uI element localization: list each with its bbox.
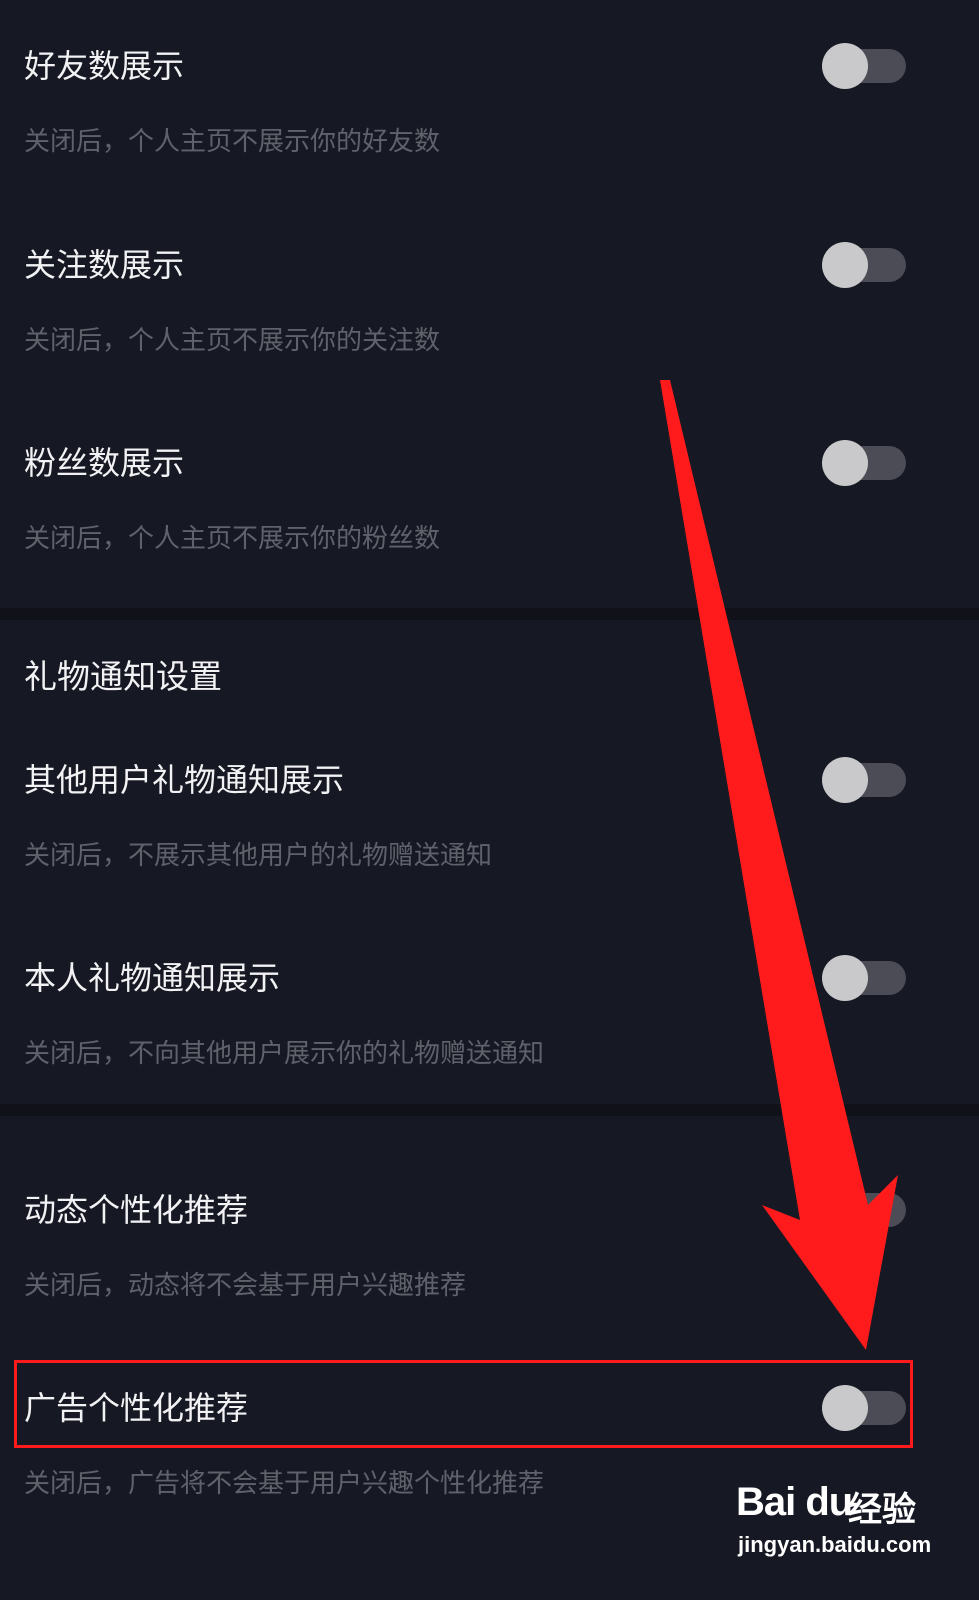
setting-description: 关闭后，不展示其他用户的礼物赠送通知: [24, 841, 493, 871]
watermark-url: jingyan.baidu.com: [738, 1532, 932, 1557]
feed-personalization-toggle[interactable]: [822, 1187, 908, 1233]
section-divider: [0, 608, 979, 620]
section-divider: [0, 1104, 979, 1116]
setting-title: 粉丝数展示: [24, 444, 185, 482]
following-count-toggle[interactable]: [822, 242, 908, 288]
setting-title: 关注数展示: [24, 246, 185, 284]
setting-title: 本人礼物通知展示: [24, 959, 281, 997]
setting-description: 关闭后，个人主页不展示你的好友数: [24, 127, 441, 157]
toggle-knob: [822, 440, 868, 486]
watermark-suffix: 经验: [848, 1490, 916, 1530]
toggle-knob: [822, 43, 868, 89]
own-gift-toggle[interactable]: [822, 955, 908, 1001]
setting-description: 关闭后，个人主页不展示你的关注数: [24, 326, 441, 356]
setting-title: 好友数展示: [24, 47, 185, 85]
others-gift-toggle[interactable]: [822, 757, 908, 803]
baidu-jingyan-watermark: Bai du 经验 jingyan.baidu.com: [736, 1468, 968, 1588]
setting-description: 关闭后，广告将不会基于用户兴趣个性化推荐: [24, 1469, 545, 1499]
watermark-brand: Bai du: [736, 1480, 853, 1524]
section-header-gift: 礼物通知设置: [24, 657, 222, 696]
setting-title: 其他用户礼物通知展示: [24, 761, 345, 799]
friend-count-toggle[interactable]: [822, 43, 908, 89]
toggle-knob: [822, 757, 868, 803]
setting-description: 关闭后，动态将不会基于用户兴趣推荐: [24, 1271, 467, 1301]
toggle-knob: [822, 1187, 868, 1233]
setting-title: 动态个性化推荐: [24, 1191, 249, 1229]
annotation-highlight-box: [14, 1360, 913, 1448]
setting-description: 关闭后，不向其他用户展示你的礼物赠送通知: [24, 1039, 545, 1069]
toggle-knob: [822, 955, 868, 1001]
setting-description: 关闭后，个人主页不展示你的粉丝数: [24, 524, 441, 554]
fans-count-toggle[interactable]: [822, 440, 908, 486]
toggle-knob: [822, 242, 868, 288]
